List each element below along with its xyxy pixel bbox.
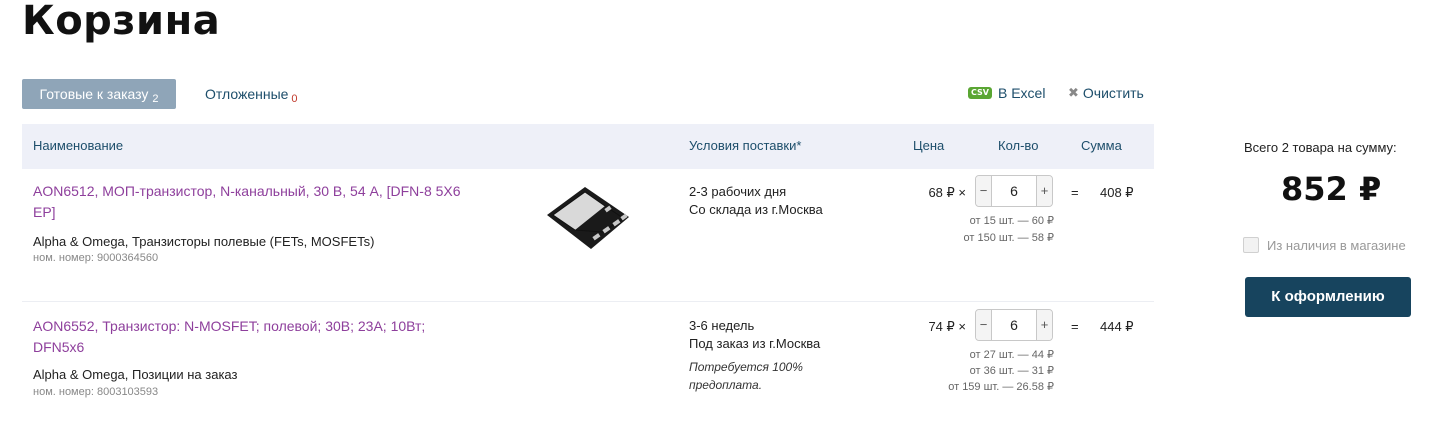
quantity-input[interactable]	[992, 176, 1036, 206]
clear-cart-link[interactable]: ✖ Очистить	[1068, 85, 1144, 101]
checkout-button[interactable]: К оформлению	[1245, 277, 1411, 317]
in-stock-label: Из наличия в магазине	[1267, 237, 1406, 253]
price-tier: от 27 шт. — 44 ₽	[969, 349, 1054, 361]
qty-increase-button[interactable]: +	[1036, 176, 1052, 206]
price-tier: от 150 шт. — 58 ₽	[963, 232, 1054, 244]
row-sum: 408 ₽	[1100, 185, 1134, 200]
in-stock-checkbox[interactable]	[1243, 237, 1259, 253]
row-divider	[22, 301, 1154, 302]
product-image[interactable]	[545, 185, 631, 253]
product-title-line: EP]	[33, 204, 56, 220]
product-title-line: AON6512, МОП-транзистор, N-канальный, 30…	[33, 183, 461, 199]
row-sum: 444 ₽	[1100, 319, 1134, 334]
qty-decrease-button[interactable]: −	[976, 310, 992, 340]
delivery-source: Со склада из г.Москва	[689, 202, 823, 217]
summary-label: Всего 2 товара на сумму:	[1244, 140, 1397, 155]
tab-ready-label: Готовые к заказу	[39, 86, 149, 102]
prepayment-note-line: Потребуется 100%	[689, 360, 803, 374]
header-qty: Кол-во	[998, 138, 1039, 153]
delivery-source: Под заказ из г.Москва	[689, 336, 821, 351]
tab-deferred-count: 0	[291, 93, 298, 105]
in-stock-filter[interactable]: Из наличия в магазине	[1243, 237, 1406, 253]
header-name: Наименование	[33, 138, 124, 153]
qty-decrease-button[interactable]: −	[976, 176, 992, 206]
clear-cart-label: Очистить	[1082, 85, 1144, 101]
tab-deferred-label: Отложенные	[205, 86, 289, 102]
tab-ready-to-order[interactable]: Готовые к заказу 2	[22, 79, 176, 109]
equals-sign: =	[1071, 185, 1079, 200]
header-sum: Сумма	[1081, 138, 1122, 153]
price-tier: от 36 шт. — 31 ₽	[969, 365, 1054, 377]
product-link[interactable]: AON6512, МОП-транзистор, N-канальный, 30…	[33, 181, 513, 223]
equals-sign: =	[1071, 319, 1079, 334]
product-link[interactable]: AON6552, Транзистор: N-MOSFET; полевой; …	[33, 316, 513, 358]
quantity-stepper: − +	[975, 175, 1053, 207]
header-price: Цена	[913, 138, 945, 153]
product-title-line: AON6552, Транзистор: N-MOSFET; полевой; …	[33, 318, 426, 334]
export-excel-label: В Excel	[997, 85, 1046, 101]
tab-ready-count: 2	[152, 93, 159, 105]
export-excel-link[interactable]: CSV В Excel	[968, 85, 1045, 101]
product-number: ном. номер: 8003103593	[33, 386, 159, 398]
product-manufacturer: Alpha & Omega, Позиции на заказ	[33, 367, 238, 382]
delivery-time: 2-3 рабочих дня	[689, 184, 787, 199]
product-number: ном. номер: 9000364560	[33, 252, 159, 264]
quantity-input[interactable]	[992, 310, 1036, 340]
qty-increase-button[interactable]: +	[1036, 310, 1052, 340]
cart-table-header: Наименование Условия поставки* Цена Кол-…	[22, 124, 1154, 169]
prepayment-note-line: предоплата.	[689, 378, 763, 392]
delivery-terms: 2-3 рабочих дня Со склада из г.Москва	[689, 183, 823, 219]
summary-total: 852 ₽	[1281, 170, 1382, 208]
product-title-line: DFN5x6	[33, 339, 85, 355]
delivery-terms: 3-6 недель Под заказ из г.Москва	[689, 317, 820, 353]
header-delivery[interactable]: Условия поставки*	[689, 138, 801, 153]
prepayment-note: Потребуется 100% предоплата.	[689, 358, 803, 394]
unit-price: 74 ₽ ×	[928, 319, 966, 334]
close-icon: ✖	[1068, 85, 1079, 100]
quantity-stepper: − +	[975, 309, 1053, 341]
csv-icon: CSV	[968, 87, 992, 99]
tab-deferred[interactable]: Отложенные 0	[205, 79, 298, 109]
page-title: Корзина	[22, 0, 221, 44]
delivery-time: 3-6 недель	[689, 318, 755, 333]
unit-price: 68 ₽ ×	[928, 185, 966, 200]
price-tier: от 15 шт. — 60 ₽	[969, 215, 1054, 227]
product-manufacturer: Alpha & Omega, Транзисторы полевые (FETs…	[33, 234, 375, 249]
price-tier: от 159 шт. — 26.58 ₽	[948, 381, 1054, 393]
